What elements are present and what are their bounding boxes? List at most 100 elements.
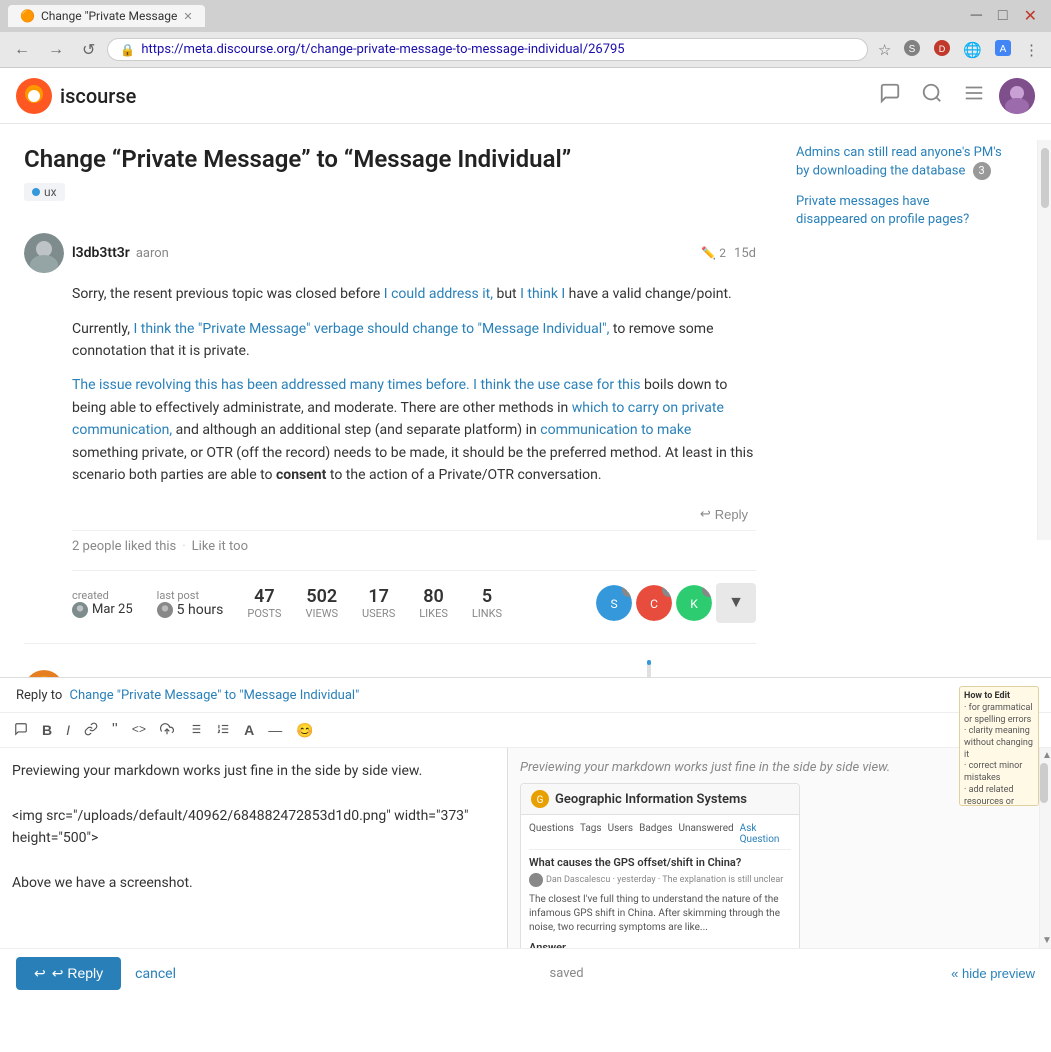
hide-preview-button[interactable]: « hide preview — [951, 966, 1035, 981]
compose-area: Previewing your markdown works just fine… — [0, 748, 1051, 948]
discourse-header: iscourse — [0, 68, 1051, 124]
discourse-logo[interactable]: iscourse — [16, 78, 136, 114]
post-link-2[interactable]: I think I — [520, 286, 565, 302]
preview-panel: Previewing your markdown works just fine… — [507, 748, 1039, 948]
svg-text:A: A — [1000, 44, 1007, 55]
participant-avatars: S 8 C 8 K 4 ▼ — [596, 583, 756, 623]
browser-controls: ← → ↺ 🔒 https://meta.discourse.org/t/cha… — [0, 32, 1051, 68]
links-stat: 5 links — [472, 586, 502, 620]
search-icon-button[interactable] — [915, 76, 949, 116]
like-it-too-link[interactable]: Like it too — [192, 539, 248, 554]
refresh-button[interactable]: ↺ — [76, 38, 101, 62]
url-text: https://meta.discourse.org/t/change-priv… — [141, 42, 624, 57]
svg-text:S: S — [610, 597, 617, 611]
avatar-3[interactable]: K 4 — [676, 585, 712, 621]
post-link-3[interactable]: I think the "Private Message" verbage sh… — [133, 321, 609, 337]
stats-row: created Mar 25 last post 5 hours — [72, 583, 756, 623]
sidebar-link-2[interactable]: Private messages have disappeared on pro… — [796, 193, 1004, 229]
extension-button-1[interactable]: S — [899, 37, 925, 63]
browser-tab[interactable]: 🟠 Change "Private Message ✕ — [8, 5, 205, 27]
window-maximize-button[interactable]: □ — [992, 4, 1014, 28]
browser-menu-button[interactable]: ⋮ — [1020, 39, 1043, 61]
sidebar-badge-1: 3 — [973, 162, 991, 180]
bullet-list-toolbar-button[interactable] — [182, 718, 208, 743]
svg-text:S: S — [909, 44, 916, 55]
tab-close-icon[interactable]: ✕ — [183, 10, 192, 23]
edit-icon: ✏️ — [701, 246, 716, 260]
back-button[interactable]: ← — [8, 39, 36, 61]
post-reply-button[interactable]: ↩ ↩ Reply Reply — [692, 502, 756, 526]
post-edit-count: ✏️ 2 — [701, 246, 726, 260]
compose-footer: ↩ ↩ Reply cancel saved « hide preview — [0, 948, 1051, 998]
post-time: 15d — [734, 246, 756, 261]
address-bar[interactable]: 🔒 https://meta.discourse.org/t/change-pr… — [107, 38, 867, 61]
forward-button[interactable]: → — [42, 39, 70, 61]
expand-participants-button[interactable]: ▼ — [716, 583, 756, 623]
menu-icon-button[interactable] — [957, 76, 991, 116]
scroll-thumb[interactable] — [1040, 763, 1048, 803]
users-stat: 17 users — [362, 586, 395, 620]
post-display-name: aaron — [136, 246, 169, 261]
extension-button-2[interactable]: D — [929, 37, 955, 63]
sidebar-link-1[interactable]: Admins can still read anyone's PM's by d… — [796, 144, 1004, 181]
header-icons — [873, 76, 1035, 116]
avatar-2[interactable]: C 8 — [636, 585, 672, 621]
browser-titlebar: 🟠 Change "Private Message ✕ ─ □ ✕ — [0, 0, 1051, 32]
post-link-4[interactable]: The issue revolving this has been addres… — [72, 377, 641, 393]
heading-toolbar-button[interactable]: A — [238, 718, 260, 742]
quote-toolbar-button[interactable] — [8, 718, 34, 743]
post-paragraph-1: Sorry, the resent previous topic was clo… — [72, 283, 756, 305]
cancel-button[interactable]: cancel — [129, 960, 182, 988]
emoji-toolbar-button[interactable]: 😊 — [290, 718, 319, 743]
post-username[interactable]: l3db3tt3r — [72, 245, 130, 261]
post-link-6[interactable]: communication to make — [540, 422, 691, 438]
preview-site-title: Geographic Information Systems — [555, 792, 747, 807]
reply-submit-button[interactable]: ↩ ↩ Reply — [16, 957, 121, 990]
window-close-button[interactable]: ✕ — [1018, 4, 1043, 28]
blockquote-toolbar-button[interactable]: " — [106, 717, 124, 743]
post-link-1[interactable]: I could address it, — [384, 286, 493, 302]
scroll-down-button[interactable]: ▼ — [1040, 933, 1051, 948]
reply-submit-label: ↩ Reply — [52, 965, 103, 982]
avatar-1[interactable]: S 8 — [596, 585, 632, 621]
numbered-list-toolbar-button[interactable] — [210, 718, 236, 743]
link-toolbar-button[interactable] — [78, 718, 104, 743]
post-paragraph-2: Currently, I think the "Private Message"… — [72, 318, 756, 363]
browser-chrome: 🟠 Change "Private Message ✕ ─ □ ✕ ← → ↺ … — [0, 0, 1051, 68]
preview-tab-users: Users — [608, 823, 634, 845]
editor-textarea[interactable]: Previewing your markdown works just fine… — [0, 748, 507, 908]
topic-category[interactable]: ux — [24, 183, 65, 201]
bookmark-button[interactable]: ☆ — [874, 39, 895, 61]
preview-meta: Dan Dascalescu · yesterday · The explana… — [529, 873, 791, 887]
preview-tabs-row: Questions Tags Users Badges Unanswered A… — [529, 823, 791, 850]
code-toolbar-button[interactable]: <> — [126, 719, 152, 741]
preview-question: What causes the GPS offset/shift in Chin… — [529, 856, 791, 869]
post-likes: 2 people liked this · Like it too — [72, 530, 756, 554]
svg-text:K: K — [690, 597, 698, 611]
reply-to-link[interactable]: Change "Private Message" to "Message Ind… — [70, 688, 360, 703]
reply-submit-icon: ↩ — [34, 965, 46, 982]
bold-toolbar-button[interactable]: B — [36, 718, 58, 742]
preview-notice: Previewing your markdown works just fine… — [520, 760, 1027, 775]
editor-panel: Previewing your markdown works just fine… — [0, 748, 507, 948]
category-label: ux — [44, 185, 57, 199]
window-minimize-button[interactable]: ─ — [965, 4, 988, 28]
scroll-up-button[interactable]: ▲ — [1040, 748, 1051, 763]
preview-screenshot-body: Questions Tags Users Badges Unanswered A… — [521, 815, 799, 948]
chat-icon-button[interactable] — [873, 76, 907, 116]
scrollbar-thumb[interactable] — [1041, 148, 1049, 208]
upload-toolbar-button[interactable] — [154, 718, 180, 743]
post-paragraph-3: The issue revolving this has been addres… — [72, 374, 756, 486]
preview-tab-unanswered: Unanswered — [678, 823, 733, 845]
user-avatar[interactable] — [999, 78, 1035, 114]
extension-button-4[interactable]: A — [990, 37, 1016, 63]
preview-body-text: The closest I've full thing to understan… — [529, 893, 791, 935]
chevron-down-icon: ▼ — [728, 594, 744, 612]
italic-toolbar-button[interactable]: I — [60, 718, 76, 742]
extension-button-3[interactable]: 🌐 — [959, 39, 986, 61]
progress-fill — [647, 660, 651, 665]
post-body: Sorry, the resent previous topic was clo… — [72, 283, 756, 486]
rule-toolbar-button[interactable]: — — [262, 718, 288, 742]
topic-title: Change “Private Message” to “Message Ind… — [24, 144, 756, 175]
post-footer: ↩ ↩ Reply Reply — [72, 502, 756, 526]
